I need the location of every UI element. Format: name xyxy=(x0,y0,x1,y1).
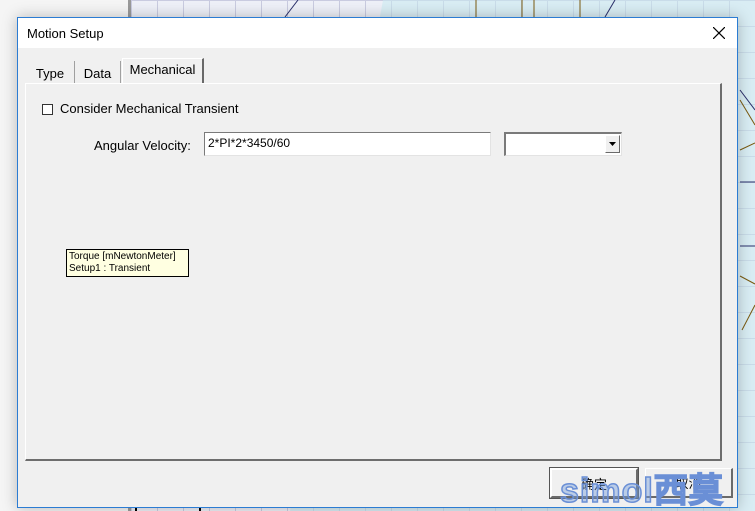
consider-mechanical-transient-label[interactable]: Consider Mechanical Transient xyxy=(60,101,238,116)
cancel-button[interactable]: 取消 xyxy=(645,468,733,498)
angular-velocity-unit-select[interactable] xyxy=(504,132,622,156)
torque-tooltip: Torque [mNewtonMeter] Setup1 : Transient xyxy=(66,249,189,277)
close-button[interactable] xyxy=(701,18,737,48)
tab-type-label: Type xyxy=(35,66,65,81)
tab-data[interactable]: Data xyxy=(75,61,121,84)
consider-mechanical-transient-checkbox[interactable] xyxy=(42,104,53,115)
tab-data-label: Data xyxy=(83,66,112,81)
angular-velocity-label: Angular Velocity: xyxy=(94,138,191,153)
tab-type[interactable]: Type xyxy=(26,61,75,84)
angular-velocity-input[interactable]: 2*PI*2*3450/60 xyxy=(204,132,491,156)
close-icon xyxy=(713,27,725,39)
ok-button[interactable]: 确定 xyxy=(549,467,639,499)
tab-mechanical-label: Mechanical xyxy=(129,62,196,77)
tooltip-line-setup: Setup1 : Transient xyxy=(69,263,151,274)
motion-setup-dialog: Motion Setup Type Data Mechanical Consid… xyxy=(17,17,738,508)
unit-dropdown-button[interactable] xyxy=(605,135,620,153)
tab-mechanical[interactable]: Mechanical xyxy=(122,58,204,84)
dialog-titlebar[interactable]: Motion Setup xyxy=(18,18,737,48)
tooltip-line-quantity: Torque [mNewtonMeter] xyxy=(69,251,176,262)
ok-button-label: 确定 xyxy=(580,476,607,492)
cancel-button-label: 取消 xyxy=(675,476,702,491)
chevron-down-icon xyxy=(609,142,616,146)
dialog-title: Motion Setup xyxy=(27,26,104,41)
